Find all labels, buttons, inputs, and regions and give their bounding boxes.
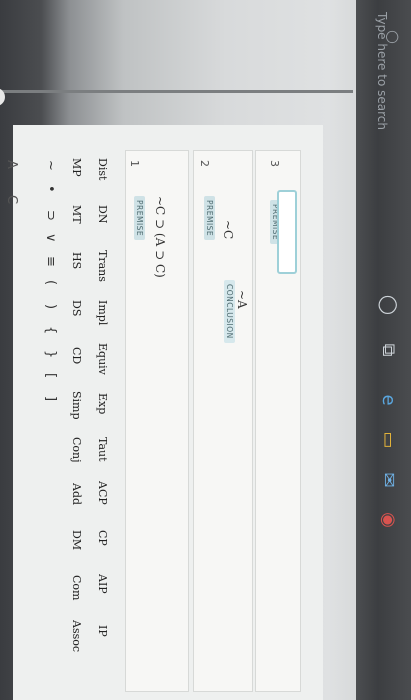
rule-conj[interactable]: Conj [70, 437, 83, 463]
symbol-lparen[interactable]: ( [43, 280, 58, 285]
rule-dn[interactable]: DN [96, 205, 109, 223]
rule-dist[interactable]: Dist [96, 158, 109, 180]
photo-of-screen: ○ Type here to search ◯ ⧉ e ▭ ✉ ◉ ‹ A C … [0, 0, 411, 700]
symbol-lbrace[interactable]: { [43, 326, 58, 334]
rotated-screen: ○ Type here to search ◯ ⧉ e ▭ ✉ ◉ ‹ A C … [0, 0, 411, 700]
formula-line-1: ~C ⊃ (A ⊃ C) [153, 196, 167, 278]
rule-taut[interactable]: Taut [96, 437, 109, 462]
rule-hs[interactable]: HS [70, 252, 83, 269]
rule-assoc[interactable]: Assoc [70, 620, 83, 652]
symbol-tilde[interactable]: ~ [43, 160, 58, 171]
rule-ip[interactable]: IP [96, 625, 109, 637]
cortana-icon[interactable]: ◯ [373, 290, 403, 320]
conclusion-tag: CONCLUSION [224, 280, 235, 343]
rule-acp[interactable]: ACP [96, 481, 109, 505]
rule-cd[interactable]: CD [70, 347, 83, 364]
line-number-3: 3 [268, 160, 281, 167]
symbol-rbracket[interactable]: ] [43, 396, 58, 401]
taskbar-search[interactable]: ○ Type here to search [366, 0, 411, 140]
symbol-rparen[interactable]: ) [43, 304, 58, 309]
letter-c: C [4, 195, 19, 205]
rule-impl[interactable]: Impl [96, 300, 109, 325]
rule-exp[interactable]: Exp [96, 393, 109, 414]
rule-mp[interactable]: MP [70, 158, 83, 177]
symbol-rbrace[interactable]: } [43, 350, 58, 358]
rule-aip[interactable]: AIP [96, 574, 109, 594]
rule-dm[interactable]: DM [70, 530, 83, 550]
premise-tag-2: PREMISE [204, 196, 215, 241]
letter-a: A [4, 160, 19, 169]
edge-icon[interactable]: e [373, 385, 403, 415]
rule-cp[interactable]: CP [96, 530, 109, 546]
line-number-2: 2 [198, 160, 211, 167]
premise-tag-1: PREMISE [134, 196, 145, 241]
formula-line-2: ~C [221, 220, 235, 240]
symbol-triple-bar[interactable]: ≡ [43, 256, 58, 267]
symbol-dot[interactable]: • [43, 185, 58, 193]
conclusion-formula: ~A [235, 290, 249, 309]
rule-com[interactable]: Com [70, 575, 83, 600]
task-view-icon[interactable]: ⧉ [373, 335, 403, 365]
rule-trans[interactable]: Trans [96, 250, 109, 282]
line-number-1: 1 [128, 160, 141, 167]
rule-ds[interactable]: DS [70, 300, 83, 316]
rule-mt[interactable]: MT [70, 205, 83, 224]
rule-simp[interactable]: Simp [70, 391, 83, 420]
rule-add[interactable]: Add [70, 483, 83, 505]
symbol-horseshoe[interactable]: ⊃ [43, 210, 58, 221]
chrome-icon[interactable]: ◉ [373, 505, 403, 535]
mail-icon[interactable]: ✉ [373, 465, 403, 495]
symbol-lbracket[interactable]: [ [43, 373, 58, 378]
rule-equiv[interactable]: Equiv [96, 343, 109, 375]
symbol-wedge[interactable]: ∨ [43, 233, 58, 243]
panel-divider [0, 90, 353, 93]
formula-input-line-3[interactable] [277, 190, 297, 274]
file-explorer-icon[interactable]: ▭ [373, 425, 403, 455]
header-letters: A C [4, 160, 19, 204]
search-placeholder: Type here to search [375, 12, 389, 130]
